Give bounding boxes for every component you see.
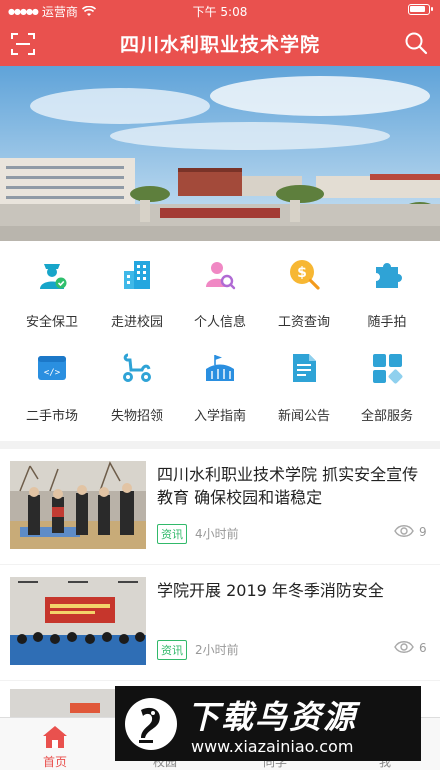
service-security[interactable]: 安全保卫 xyxy=(8,241,96,330)
service-label: 随手拍 xyxy=(367,315,407,330)
service-second-hand-market[interactable]: </> 二手市场 xyxy=(8,335,96,424)
code-window-icon: </> xyxy=(38,356,66,380)
news-title: 学院开展 2019 年冬季消防安全 xyxy=(157,581,384,600)
grid-apps-icon xyxy=(373,354,403,384)
campus-photo xyxy=(0,66,440,241)
service-label: 走进校园 xyxy=(110,315,163,330)
battery-icon xyxy=(408,4,433,15)
service-label: 安全保卫 xyxy=(25,315,78,330)
eye-icon xyxy=(394,641,414,653)
puzzle-icon xyxy=(376,263,402,288)
svg-text:</>: </> xyxy=(44,368,61,378)
news-tag: 资讯 xyxy=(157,640,187,660)
news-time: 2小时前 xyxy=(195,643,239,657)
service-label: 个人信息 xyxy=(193,315,246,330)
watermark-name: 下载鸟资源 xyxy=(187,698,358,736)
service-snapshot[interactable]: 随手拍 xyxy=(343,241,431,330)
news-thumbnail xyxy=(10,461,146,549)
search-icon[interactable] xyxy=(404,31,428,55)
status-time: 下午 5:08 xyxy=(192,5,248,19)
campus-banner[interactable] xyxy=(0,66,440,241)
status-bar: ●●●●● 运营商 下午 5:08 xyxy=(0,0,440,20)
service-grid: 安全保卫 走进校园 个人信息 $ 工资查询 随手拍 </> 二手市场 失物招领 … xyxy=(0,241,440,441)
tab-home[interactable]: 首页 xyxy=(0,718,110,770)
news-thumbnail xyxy=(10,577,146,665)
service-label: 失物招领 xyxy=(110,409,163,424)
news-time: 4小时前 xyxy=(195,527,239,541)
service-personal-info[interactable]: 个人信息 xyxy=(176,241,264,330)
building-icon xyxy=(124,261,150,289)
news-views: 6 xyxy=(419,641,427,655)
service-salary-query[interactable]: $ 工资查询 xyxy=(260,241,348,330)
news-tag: 资讯 xyxy=(157,524,187,544)
app-screen: ●●●●● 运营商 下午 5:08 四川水利职业技术学院 安全保卫 走进校园 个… xyxy=(0,0,440,770)
watermark-banner: 下载鸟资源 www.xiazainiao.com xyxy=(115,686,421,761)
service-label: 工资查询 xyxy=(277,315,330,330)
top-bar: ●●●●● 运营商 下午 5:08 四川水利职业技术学院 xyxy=(0,0,440,66)
user-search-icon xyxy=(206,262,236,290)
tab-label: 首页 xyxy=(42,755,67,769)
eye-icon xyxy=(394,525,414,537)
document-icon xyxy=(293,354,316,382)
scooter-icon xyxy=(123,353,151,382)
news-title: 四川水利职业技术学院 抓实安全宣传教育 确保校园和谐稳定 xyxy=(157,465,419,507)
security-guard-icon xyxy=(40,264,67,289)
watermark-url: www.xiazainiao.com xyxy=(191,737,354,756)
service-all-services[interactable]: 全部服务 xyxy=(343,335,431,424)
service-label: 二手市场 xyxy=(25,409,78,424)
page-title: 四川水利职业技术学院 xyxy=(119,34,320,56)
service-campus-tour[interactable]: 走进校园 xyxy=(93,241,181,330)
service-news-announcements[interactable]: 新闻公告 xyxy=(260,335,348,424)
service-label: 新闻公告 xyxy=(277,409,330,424)
news-item[interactable]: 学院开展 2019 年冬季消防安全 资讯 2小时前 6 xyxy=(0,565,440,680)
service-label: 全部服务 xyxy=(360,409,413,424)
news-views: 9 xyxy=(419,525,427,539)
service-lost-found[interactable]: 失物招领 xyxy=(93,335,181,424)
service-label: 入学指南 xyxy=(193,409,246,424)
service-enrollment-guide[interactable]: 入学指南 xyxy=(176,335,264,424)
bird-logo-icon xyxy=(125,698,177,750)
svg-text:$: $ xyxy=(297,265,307,281)
salary-search-icon: $ xyxy=(290,260,320,290)
home-icon xyxy=(43,726,67,748)
news-item[interactable]: 四川水利职业技术学院 抓实安全宣传教育 确保校园和谐稳定 资讯 4小时前 9 xyxy=(0,449,440,564)
stadium-flag-icon xyxy=(206,355,234,381)
